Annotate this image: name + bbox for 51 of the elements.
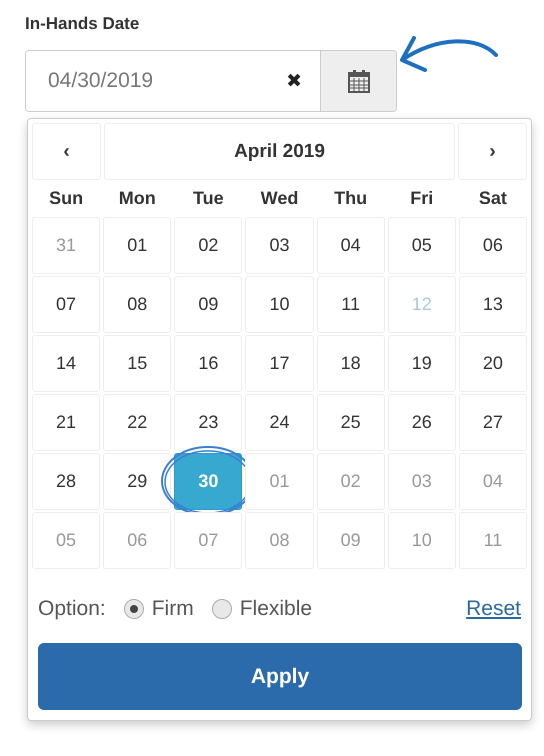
day-cell[interactable]: 19 bbox=[388, 335, 456, 392]
day-cell[interactable]: 04 bbox=[316, 217, 385, 274]
weekday-label: Mon bbox=[118, 187, 157, 210]
weekday-label: Tue bbox=[192, 187, 225, 210]
day-cell[interactable]: 26 bbox=[388, 394, 456, 451]
date-field[interactable]: 04/30/2019 ✖ bbox=[25, 50, 397, 112]
radio-label: Firm bbox=[152, 597, 194, 621]
weekday-label: Sun bbox=[48, 187, 84, 210]
day-cell[interactable]: 27 bbox=[458, 394, 527, 451]
calendar-button[interactable] bbox=[320, 51, 396, 111]
day-cell[interactable]: 01 bbox=[103, 217, 172, 274]
weekday-label: Wed bbox=[260, 187, 300, 210]
day-cell[interactable]: 17 bbox=[245, 335, 314, 392]
radio-option[interactable]: Firm bbox=[124, 597, 194, 621]
day-cell[interactable]: 15 bbox=[103, 335, 172, 392]
day-cell[interactable]: 29 bbox=[103, 453, 172, 510]
field-label: In-Hands Date bbox=[25, 14, 140, 35]
day-cell[interactable]: 28 bbox=[32, 453, 100, 510]
day-cell[interactable]: 13 bbox=[458, 276, 527, 333]
day-cell[interactable]: 10 bbox=[245, 276, 314, 333]
day-cell[interactable]: 07 bbox=[32, 276, 100, 333]
radio-option[interactable]: Flexible bbox=[212, 597, 312, 621]
day-cell[interactable]: 21 bbox=[32, 394, 100, 451]
day-cell[interactable]: 03 bbox=[245, 217, 314, 274]
radio-icon[interactable] bbox=[212, 599, 232, 619]
day-cell[interactable]: 14 bbox=[32, 335, 100, 392]
day-cell[interactable]: 16 bbox=[174, 335, 242, 392]
day-cell[interactable]: 18 bbox=[316, 335, 385, 392]
day-cell[interactable]: 22 bbox=[103, 394, 172, 451]
day-cell[interactable]: 23 bbox=[174, 394, 242, 451]
day-cell[interactable]: 20 bbox=[458, 335, 527, 392]
day-cell[interactable]: 11 bbox=[316, 276, 385, 333]
day-cell[interactable]: 09 bbox=[174, 276, 242, 333]
reset-link[interactable]: Reset bbox=[466, 597, 521, 621]
weekday-label: Fri bbox=[409, 187, 434, 210]
calendar-icon bbox=[348, 69, 370, 93]
day-cell[interactable]: 02 bbox=[174, 217, 242, 274]
option-label: Option: bbox=[38, 597, 106, 621]
day-cell[interactable]: 05 bbox=[388, 217, 456, 274]
radio-icon[interactable] bbox=[124, 599, 144, 619]
next-month-button[interactable]: › bbox=[458, 123, 527, 180]
radio-label: Flexible bbox=[240, 597, 312, 621]
weekday-label: Sat bbox=[478, 187, 508, 210]
month-title[interactable]: April 2019 bbox=[104, 123, 455, 180]
apply-button[interactable]: Apply bbox=[38, 643, 522, 710]
day-cell[interactable]: 25 bbox=[316, 394, 385, 451]
day-cell[interactable]: 08 bbox=[103, 276, 172, 333]
previous-month-button[interactable]: ‹ bbox=[32, 123, 101, 180]
day-cell[interactable]: 24 bbox=[245, 394, 314, 451]
weekday-label: Thu bbox=[333, 187, 368, 210]
day-cell[interactable]: 06 bbox=[458, 217, 527, 274]
